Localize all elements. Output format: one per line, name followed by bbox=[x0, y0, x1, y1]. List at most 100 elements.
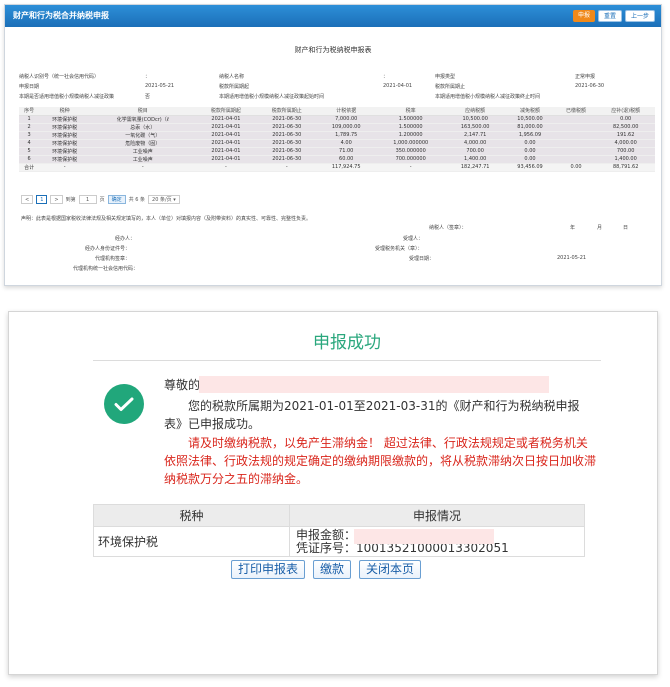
taxpayer-id-label: 纳税人识别号（统一社会信用代码） bbox=[19, 74, 100, 80]
handler-id-label: 经办人身份证件号： bbox=[85, 246, 131, 252]
total-cell: 182,247.71 bbox=[446, 163, 505, 172]
total-cell: - bbox=[256, 163, 318, 172]
total-row: 合计 - - - -117,924.75-182,247.71 93,456.09 0.00… bbox=[19, 163, 655, 172]
table-cell: 191.62 bbox=[596, 131, 655, 140]
close-page-button[interactable]: 关闭本页 bbox=[359, 560, 422, 579]
table-cell: 危险废物（固） bbox=[90, 139, 196, 148]
day-label: 日 bbox=[623, 225, 629, 231]
table-cell: 2,147.71 bbox=[446, 131, 505, 140]
small-scale-value: 否 bbox=[145, 94, 151, 100]
table-row: 6 环境保护税 工业噪声 2021-04-01 2021-06-30 60.00 700.0… bbox=[19, 155, 655, 164]
table-cell: 350.000000 bbox=[375, 147, 447, 156]
table-cell: 2021-04-01 bbox=[195, 115, 257, 124]
submit-button[interactable]: 申报 bbox=[572, 10, 595, 22]
col-tax-type: 税种 bbox=[93, 504, 290, 527]
table-cell: 60.00 bbox=[317, 155, 376, 164]
table-cell: 2021-04-01 bbox=[195, 123, 257, 132]
title-divider bbox=[93, 360, 601, 361]
taxpayer-seal-label: 纳税人（签章）： bbox=[429, 225, 467, 231]
receiver-org-label: 受理税务机关（章）： bbox=[375, 246, 423, 252]
success-check-icon bbox=[104, 384, 144, 424]
table-cell: 工业噪声 bbox=[90, 147, 196, 156]
prev-page-button[interactable]: < bbox=[21, 195, 34, 204]
total-cell: 0.00 bbox=[555, 163, 597, 172]
table-cell: 1,956.09 bbox=[504, 131, 556, 140]
table-cell: 环境保护税 bbox=[39, 139, 90, 148]
table-header-cell: 应补(退)税额 bbox=[596, 107, 655, 116]
year-label: 年 bbox=[570, 225, 576, 231]
table-cell: 4,000.00 bbox=[446, 139, 505, 148]
page-number[interactable]: 1 bbox=[36, 195, 48, 204]
taxpayer-id-value: ： bbox=[145, 74, 151, 80]
table-cell: 7,000.00 bbox=[317, 115, 376, 124]
table-cell: 1 bbox=[19, 115, 40, 124]
month-label: 月 bbox=[597, 225, 603, 231]
table-cell bbox=[555, 131, 597, 140]
table-cell: 2021-06-30 bbox=[256, 147, 318, 156]
goto-page-input[interactable]: 1 bbox=[78, 195, 97, 204]
handler-label: 经办人： bbox=[115, 236, 136, 242]
toolbar: 申报 重置 上一步 bbox=[572, 10, 655, 22]
table-cell bbox=[555, 115, 597, 124]
total-count: 共 6 条 bbox=[128, 197, 146, 203]
receive-date-value: 2021-05-21 bbox=[557, 255, 587, 261]
table-cell: 总汞（水） bbox=[90, 123, 196, 132]
table-row: 4 环境保护税 危险废物（固） 2021-04-01 2021-06-30 4.00 1,0… bbox=[19, 139, 655, 148]
status-cell: 申报金额： 凭证序号：10013521000013302051 bbox=[289, 526, 585, 557]
taxpayer-name-label: 纳税人名称 bbox=[219, 74, 245, 80]
table-cell: 2021-06-30 bbox=[256, 131, 318, 140]
table-cell: 700.00 bbox=[596, 147, 655, 156]
table-cell: 2021-06-30 bbox=[256, 155, 318, 164]
period-start-label: 税款所属期起 bbox=[219, 84, 250, 90]
table-cell: 0.00 bbox=[504, 147, 556, 156]
table-header-cell: 税目 bbox=[90, 107, 196, 116]
table-cell: 81,000.00 bbox=[504, 123, 556, 132]
redacted-amount bbox=[354, 529, 494, 544]
table-cell: 4,000.00 bbox=[596, 139, 655, 148]
table-header-cell: 税率 bbox=[375, 107, 447, 116]
table-cell: 4 bbox=[19, 139, 40, 148]
table-cell: 2 bbox=[19, 123, 40, 132]
goto-confirm-button[interactable]: 确定 bbox=[107, 195, 126, 204]
small-scale-start-label: 本期适用增值税小规模纳税人减征政策起始时间 bbox=[219, 94, 325, 100]
table-cell: 10,500.00 bbox=[446, 115, 505, 124]
window-titlebar: 财产和行为税合并纳税申报 申报 重置 上一步 bbox=[5, 5, 661, 27]
table-cell: 3 bbox=[19, 131, 40, 140]
declaration-form-window: 财产和行为税合并纳税申报 申报 重置 上一步 财产和行为税纳税申报表 纳税人识别… bbox=[4, 4, 662, 286]
form-title: 财产和行为税纳税申报表 bbox=[294, 46, 372, 54]
table-row: 5 环境保护税 工业噪声 2021-04-01 2021-06-30 71.00 350.0… bbox=[19, 147, 655, 156]
period-end-label: 税款所属期止 bbox=[435, 84, 466, 90]
table-cell: 71.00 bbox=[317, 147, 376, 156]
page-size-select[interactable]: 20 条/页 ▾ bbox=[148, 195, 180, 204]
table-cell: 环境保护税 bbox=[39, 155, 90, 164]
success-dialog: 申报成功 尊敬的 您的税款所属期为2021-01-01至2021-03-31的《… bbox=[8, 311, 658, 675]
next-page-button[interactable]: > bbox=[50, 195, 63, 204]
table-cell: 163,500.00 bbox=[446, 123, 505, 132]
table-header-cell: 税款所属期止 bbox=[256, 107, 318, 116]
period-start-value: 2021-04-01 bbox=[383, 83, 413, 89]
table-row: 2 环境保护税 总汞（水） 2021-04-01 2021-06-30 109,000.0… bbox=[19, 123, 655, 132]
table-cell: 1.200000 bbox=[375, 131, 447, 140]
prev-step-button[interactable]: 上一步 bbox=[624, 10, 655, 22]
agent-code-label: 代理机构统一社会信用代码： bbox=[73, 266, 139, 272]
greeting-text: 尊敬的 bbox=[164, 378, 201, 392]
result-table: 税种 申报情况 环境保护税 申报金额： 凭证序号：100135210000133… bbox=[93, 504, 585, 557]
table-header-cell: 应纳税额 bbox=[446, 107, 505, 116]
pay-button[interactable]: 缴款 bbox=[313, 560, 352, 579]
decl-date-label: 申报日期 bbox=[19, 84, 40, 90]
agent-seal-label: 代理机构签章： bbox=[95, 256, 131, 262]
table-cell: 2021-04-01 bbox=[195, 139, 257, 148]
total-cell: 合计 bbox=[19, 163, 40, 172]
table-cell: 0.00 bbox=[504, 155, 556, 164]
print-form-button[interactable]: 打印申报表 bbox=[231, 560, 306, 579]
declaration-text: 声明：此表是根据国家税收法律法规及相关规定填写的，本人（单位）对填报内容（及附带… bbox=[21, 216, 312, 222]
table-cell: 82,500.00 bbox=[596, 123, 655, 132]
taxpayer-name-value: ： bbox=[383, 74, 389, 80]
table-cell: 2021-06-30 bbox=[256, 139, 318, 148]
table-header-cell: 序号 bbox=[19, 107, 40, 116]
table-cell: 一氧化碳（气） bbox=[90, 131, 196, 140]
result-row: 环境保护税 申报金额： 凭证序号：10013521000013302051 bbox=[93, 526, 585, 557]
reset-button[interactable]: 重置 bbox=[597, 10, 622, 22]
goto-label: 到第 bbox=[65, 197, 76, 203]
dialog-title: 申报成功 bbox=[313, 333, 381, 352]
